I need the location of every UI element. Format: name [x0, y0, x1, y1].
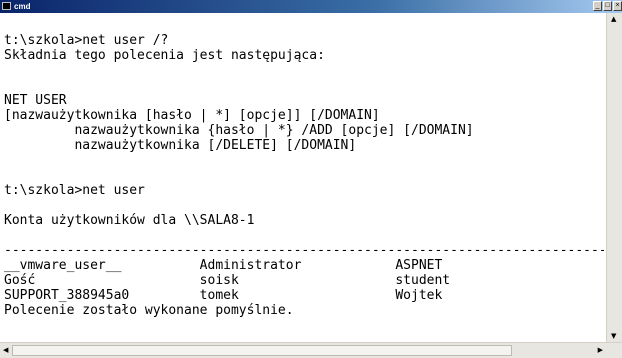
horizontal-scrollbar[interactable]: ◀ ▶ — [0, 342, 622, 358]
close-button[interactable]: × — [613, 1, 622, 11]
console-line: nazwaużytkownika [/DELETE] [/DOMAIN] — [4, 138, 357, 153]
window-title: cmd — [14, 2, 31, 11]
console-line: Polecenie zostało wykonane pomyślnie. — [4, 303, 294, 318]
scroll-right-icon[interactable]: ▶ — [598, 346, 603, 354]
console-line: Składnia tego polecenia jest następująca… — [4, 48, 325, 63]
console-line: Gość soisk student — [4, 273, 451, 288]
console-line: [nazwaużytkownika [hasło | *] [opcje]] [… — [4, 108, 380, 123]
maximize-button[interactable]: □ — [603, 1, 612, 11]
console-line: NET USER — [4, 93, 67, 108]
scroll-up-icon[interactable]: ▲ — [611, 15, 616, 23]
console-line: Konta użytkowników dla \\SALA8-1 — [4, 213, 255, 228]
console-line: t:\szkola>net user — [4, 183, 145, 198]
title-bar[interactable]: cmd _ □ × — [0, 0, 622, 13]
horizontal-scroll-thumb[interactable] — [12, 345, 512, 356]
console-line: ----------------------------------------… — [4, 243, 604, 258]
scroll-down-icon[interactable]: ▼ — [611, 332, 616, 340]
console-line: t:\szkola>net user /? — [4, 33, 169, 48]
console-line: nazwaużytkownika {hasło | *} /ADD [opcje… — [4, 123, 474, 138]
console-window: cmd _ □ × t:\szkola>net user /? Składnia… — [0, 0, 622, 358]
scroll-left-icon[interactable]: ◀ — [3, 346, 8, 354]
console-line: __vmware_user__ Administrator ASPNET — [4, 258, 443, 273]
vertical-scrollbar[interactable]: ▲ ▼ — [606, 13, 622, 342]
cmd-icon — [2, 2, 11, 10]
console-output[interactable]: t:\szkola>net user /? Składnia tego pole… — [4, 18, 604, 340]
window-controls: _ □ × — [593, 1, 622, 12]
minimize-button[interactable]: _ — [593, 1, 602, 11]
console-line: SUPPORT_388945a0 tomek Wojtek — [4, 288, 443, 303]
